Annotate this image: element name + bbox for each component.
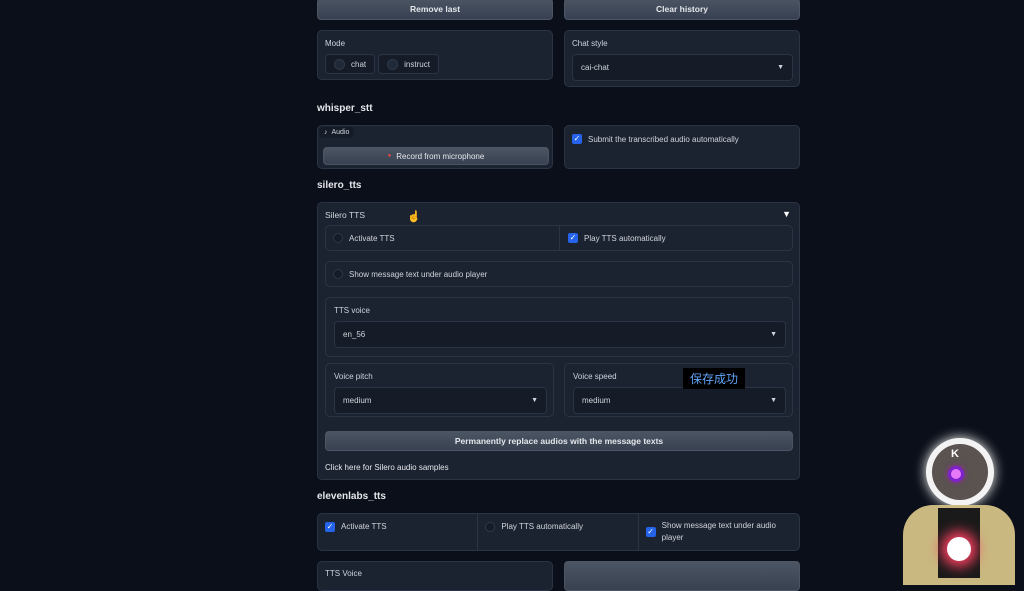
audio-panel: ♪ Audio ● Record from microphone bbox=[317, 125, 553, 169]
music-icon: ♪ bbox=[324, 129, 328, 136]
silero-accordion: Silero TTS ▼ Activate TTS ✓ Play TTS auto… bbox=[317, 202, 800, 480]
el-activate-label: Activate TTS bbox=[341, 522, 387, 531]
elevenlabs-title: elevenlabs_tts bbox=[317, 491, 386, 502]
el-voice-panel: TTS Voice bbox=[317, 561, 553, 591]
show-text-checkbox[interactable] bbox=[333, 269, 343, 279]
submit-auto-label: Submit the transcribed audio automatical… bbox=[588, 134, 739, 144]
chat-style-panel: Chat style cai-chat ▼ bbox=[564, 30, 800, 87]
el-voice-label: TTS Voice bbox=[325, 569, 362, 578]
chevron-down-icon: ▼ bbox=[777, 64, 784, 71]
el-play-auto-label: Play TTS automatically bbox=[501, 522, 583, 531]
record-microphone-button[interactable]: ● Record from microphone bbox=[323, 147, 549, 165]
activate-tts-label: Activate TTS bbox=[349, 233, 395, 243]
mode-label: Mode bbox=[325, 39, 346, 48]
replace-audios-button[interactable]: Permanently replace audios with the mess… bbox=[325, 431, 793, 451]
voice-pitch-panel: Voice pitch medium ▼ bbox=[325, 363, 554, 417]
voice-pitch-select[interactable]: medium ▼ bbox=[334, 387, 547, 414]
voice-speed-panel: Voice speed medium ▼ bbox=[564, 363, 793, 417]
silero-checkbox-group: Activate TTS ✓ Play TTS automatically bbox=[325, 225, 793, 251]
select-value: cai-chat bbox=[581, 63, 610, 72]
record-dot-icon: ● bbox=[387, 153, 392, 159]
mode-panel: Mode chat instruct bbox=[317, 30, 553, 80]
save-success-toast: 保存成功 bbox=[683, 368, 746, 389]
voice-speed-label: Voice speed bbox=[573, 372, 617, 381]
mode-radio-chat[interactable]: chat bbox=[325, 54, 376, 74]
submit-auto-checkbox[interactable]: ✓ bbox=[572, 134, 582, 144]
radio-circle bbox=[387, 58, 399, 70]
chevron-down-icon: ▼ bbox=[770, 397, 777, 404]
el-activate-checkbox[interactable]: ✓ bbox=[325, 522, 335, 532]
voice-pitch-label: Voice pitch bbox=[334, 372, 373, 381]
silero-accordion-header[interactable]: Silero TTS bbox=[325, 210, 365, 220]
voice-speed-select[interactable]: medium ▼ bbox=[573, 387, 786, 414]
play-auto-checkbox[interactable]: ✓ bbox=[568, 233, 578, 243]
mouse-cursor-icon: ☝ bbox=[407, 211, 421, 223]
silero-title: silero_tts bbox=[317, 180, 362, 191]
el-play-auto-checkbox[interactable] bbox=[485, 522, 496, 532]
record-label: Record from microphone bbox=[396, 151, 485, 161]
chevron-down-icon: ▼ bbox=[770, 331, 777, 338]
show-text-label: Show message text under audio player bbox=[349, 269, 488, 279]
silero-samples-link[interactable]: Click here for Silero audio samples bbox=[325, 463, 449, 472]
mode-radio-instruct[interactable]: instruct bbox=[378, 54, 439, 74]
el-show-text-label: Show message text under audio player bbox=[661, 521, 776, 542]
show-text-row: Show message text under audio player bbox=[325, 261, 793, 287]
select-value: en_56 bbox=[343, 330, 366, 339]
select-value: medium bbox=[343, 396, 372, 405]
el-gray-button[interactable] bbox=[564, 561, 800, 591]
el-show-text-checkbox[interactable]: ✓ bbox=[645, 527, 656, 537]
radio-label: chat bbox=[351, 59, 367, 69]
clear-history-button[interactable]: Clear history bbox=[564, 0, 800, 20]
tts-voice-label: TTS voice bbox=[334, 306, 371, 315]
play-auto-label: Play TTS automatically bbox=[584, 233, 666, 243]
remove-last-button[interactable]: Remove last bbox=[317, 0, 553, 20]
avatar-letter: K bbox=[951, 448, 959, 460]
tts-voice-panel: TTS voice en_56 ▼ bbox=[325, 297, 793, 357]
whisper-title: whisper_stt bbox=[317, 103, 373, 114]
chat-style-select[interactable]: cai-chat ▼ bbox=[572, 54, 793, 81]
chevron-down-icon: ▼ bbox=[531, 397, 538, 404]
whisper-options-panel: ✓ Submit the transcribed audio automatica… bbox=[564, 125, 800, 169]
collapse-triangle-icon[interactable]: ▼ bbox=[782, 209, 791, 219]
audio-tab: ♪ Audio bbox=[319, 127, 355, 138]
select-value: medium bbox=[582, 396, 611, 405]
tts-voice-select[interactable]: en_56 ▼ bbox=[334, 321, 786, 348]
radio-circle bbox=[334, 58, 345, 70]
elevenlabs-checkbox-group: ✓ Activate TTS Play TTS automatically ✓ Sh… bbox=[317, 513, 800, 551]
audio-tab-label: Audio bbox=[331, 129, 350, 136]
activate-tts-checkbox[interactable] bbox=[333, 233, 343, 243]
chat-style-label: Chat style bbox=[572, 39, 608, 48]
streamer-avatar: K bbox=[893, 430, 1024, 585]
radio-label: instruct bbox=[404, 59, 430, 69]
